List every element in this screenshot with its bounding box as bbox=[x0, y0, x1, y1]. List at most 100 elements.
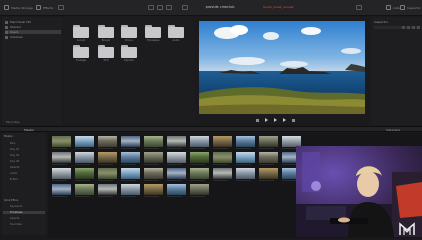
clip-thumbnail[interactable] bbox=[52, 184, 71, 195]
bin-item[interactable]: Audio bbox=[10, 172, 17, 175]
clip-label-bar bbox=[190, 164, 205, 165]
clip-thumbnail[interactable] bbox=[75, 152, 94, 163]
clip-label-bar bbox=[167, 164, 182, 165]
clip-thumbnail[interactable] bbox=[52, 168, 71, 179]
smart-bin-item[interactable]: Favorites bbox=[10, 223, 22, 226]
step-back-icon[interactable] bbox=[265, 118, 268, 122]
folder-label: Audio bbox=[172, 39, 180, 42]
tree-item[interactable]: Macintosh HD bbox=[5, 20, 31, 24]
clip-thumbnail[interactable] bbox=[259, 136, 278, 147]
clip-thumbnail[interactable] bbox=[236, 152, 255, 163]
media-pool-title: Master bbox=[24, 128, 35, 132]
clip-thumbnail[interactable] bbox=[213, 136, 232, 147]
toolbar-icon[interactable] bbox=[148, 5, 154, 10]
play-icon[interactable] bbox=[274, 118, 277, 122]
seascape-frame bbox=[199, 21, 365, 114]
clip-thumbnail[interactable] bbox=[144, 152, 163, 163]
media-storage-label: Media Storage bbox=[11, 5, 33, 10]
tree-footer[interactable]: Favorites bbox=[6, 120, 20, 124]
folder-tile[interactable]: Drone bbox=[121, 24, 137, 42]
inspector-row[interactable] bbox=[374, 26, 420, 29]
clip-thumbnail[interactable] bbox=[259, 168, 278, 179]
clip-thumbnail[interactable] bbox=[167, 152, 186, 163]
clip-thumbnail[interactable] bbox=[167, 136, 186, 147]
clip-thumbnail[interactable] bbox=[121, 168, 140, 179]
smart-bin-item-selected[interactable]: Timelines bbox=[3, 211, 45, 214]
clip-thumbnail[interactable] bbox=[98, 152, 117, 163]
tree-item-selected[interactable]: Users bbox=[5, 30, 61, 34]
tree-item[interactable]: Shared bbox=[5, 25, 21, 29]
clip-thumbnail[interactable] bbox=[167, 168, 186, 179]
effects-icon bbox=[36, 5, 41, 10]
smart-bin-item[interactable]: Keywords bbox=[10, 205, 22, 208]
folder-tile[interactable]: A-Cam bbox=[73, 24, 89, 42]
clip-thumbnail[interactable] bbox=[52, 136, 71, 147]
clip-thumbnail[interactable] bbox=[144, 136, 163, 147]
clip-thumbnail[interactable] bbox=[52, 152, 71, 163]
bins-header: Master bbox=[4, 135, 13, 138]
bin-item[interactable]: Bins bbox=[10, 142, 16, 145]
viewer-image[interactable] bbox=[199, 21, 365, 114]
folder-tile[interactable]: B-Cam bbox=[98, 24, 114, 42]
clip-thumbnail[interactable] bbox=[167, 184, 186, 195]
toolbar-icon[interactable] bbox=[166, 5, 172, 10]
clip-thumbnail[interactable] bbox=[259, 152, 278, 163]
project-title: provide cineclub bbox=[205, 5, 235, 9]
clip-thumbnail[interactable] bbox=[213, 168, 232, 179]
clip-thumbnail[interactable] bbox=[213, 152, 232, 163]
clip-thumbnail[interactable] bbox=[98, 136, 117, 147]
clip-thumbnail[interactable] bbox=[236, 168, 255, 179]
top-toolbar: Media Storage Effects provide cineclub S… bbox=[0, 0, 422, 16]
clip-thumbnail[interactable] bbox=[236, 136, 255, 147]
stop-icon[interactable] bbox=[256, 118, 259, 122]
tree-item[interactable]: Volumes bbox=[5, 35, 23, 39]
bin-item[interactable]: B-Roll bbox=[10, 178, 17, 181]
lists-button[interactable]: Lists bbox=[386, 4, 400, 11]
effects-button[interactable]: Effects bbox=[36, 4, 53, 11]
folder-tile[interactable]: Audio bbox=[168, 24, 184, 42]
inspector-icon bbox=[400, 5, 405, 10]
folder-icon bbox=[5, 35, 8, 39]
clip-thumbnail[interactable] bbox=[98, 168, 117, 179]
bin-sidebar: Master Bins Day 01 Day 02 Day 03 Selects… bbox=[2, 133, 46, 235]
folder-tile[interactable]: Exports bbox=[121, 44, 137, 62]
clip-thumbnail[interactable] bbox=[190, 136, 209, 147]
transport-controls bbox=[196, 117, 370, 123]
clip-thumbnail[interactable] bbox=[75, 168, 94, 179]
clip-label-bar bbox=[75, 180, 90, 181]
clip-label-bar bbox=[259, 180, 274, 181]
inspector-button[interactable]: Inspector bbox=[400, 4, 421, 11]
step-forward-icon[interactable] bbox=[283, 118, 286, 122]
folder-tile[interactable]: Timelapse bbox=[145, 24, 161, 42]
media-storage-button[interactable]: Media Storage bbox=[4, 4, 33, 11]
clip-thumbnail[interactable] bbox=[75, 184, 94, 195]
clip-label-bar bbox=[213, 164, 228, 165]
clip-thumbnail[interactable] bbox=[190, 168, 209, 179]
inspector-title: Inspector bbox=[374, 20, 388, 24]
clip-thumbnail[interactable] bbox=[144, 168, 163, 179]
clip-thumbnail[interactable] bbox=[190, 184, 209, 195]
clip-thumbnail[interactable] bbox=[121, 152, 140, 163]
clip-thumbnail[interactable] bbox=[75, 136, 94, 147]
bin-item[interactable]: Day 01 bbox=[10, 148, 19, 151]
toolbar-icon[interactable] bbox=[58, 5, 64, 10]
toolbar-icon[interactable] bbox=[157, 5, 163, 10]
clip-thumbnail[interactable] bbox=[190, 152, 209, 163]
folder-label: Drone bbox=[125, 39, 133, 42]
loop-icon[interactable] bbox=[292, 118, 295, 122]
bin-item[interactable]: Selects bbox=[10, 166, 19, 169]
bin-item[interactable]: Day 03 bbox=[10, 160, 19, 163]
clip-thumbnail[interactable] bbox=[121, 184, 140, 195]
clip-thumbnail[interactable] bbox=[144, 184, 163, 195]
clip-thumbnail[interactable] bbox=[98, 184, 117, 195]
drive-icon bbox=[5, 20, 8, 24]
media-storage-tree: Macintosh HD Shared Users Volumes Favori… bbox=[2, 17, 62, 125]
bin-item[interactable]: Day 02 bbox=[10, 154, 19, 157]
smart-bin-item[interactable]: Selects bbox=[10, 217, 19, 220]
toolbar-icon[interactable] bbox=[356, 5, 362, 10]
clip-thumbnail[interactable] bbox=[121, 136, 140, 147]
folder-tile[interactable]: Footage bbox=[73, 44, 89, 62]
clip-label-bar bbox=[52, 180, 67, 181]
folder-tile[interactable]: GFX bbox=[98, 44, 114, 62]
metadata-tab[interactable]: Metadata bbox=[386, 128, 400, 132]
